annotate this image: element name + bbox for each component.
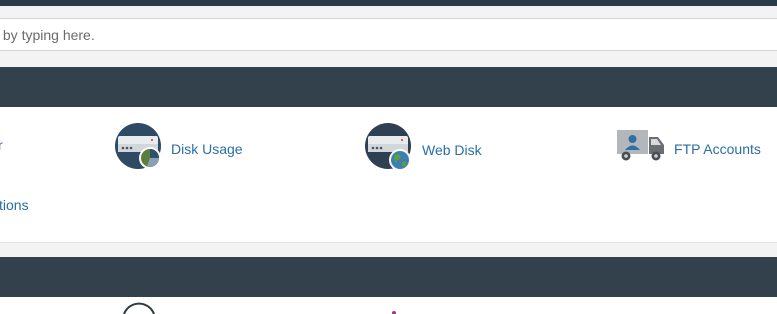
disk-usage-label[interactable]: Disk Usage xyxy=(171,141,243,157)
search-input[interactable] xyxy=(0,19,777,50)
web-disk-item[interactable]: Web Disk xyxy=(364,122,482,177)
section-panel-next xyxy=(0,297,777,314)
disk-usage-icon xyxy=(114,122,164,175)
search-bar[interactable] xyxy=(0,18,777,51)
section-panel-files: r Disk Usage Web Disk FTP Accounts tions xyxy=(0,107,777,243)
ftp-truck-icon xyxy=(616,129,666,168)
web-disk-icon xyxy=(364,122,414,177)
section-header-files[interactable] xyxy=(0,67,777,107)
ftp-accounts-item[interactable]: FTP Accounts xyxy=(616,129,761,168)
partial-item-label[interactable]: r xyxy=(0,137,3,153)
disk-usage-item[interactable]: Disk Usage xyxy=(114,122,243,175)
partial-item-label-2[interactable]: tions xyxy=(0,197,29,213)
web-disk-label[interactable]: Web Disk xyxy=(422,142,482,158)
section-header-next[interactable] xyxy=(0,257,777,297)
top-navigation-bar xyxy=(0,0,777,6)
ftp-accounts-label[interactable]: FTP Accounts xyxy=(674,141,761,157)
